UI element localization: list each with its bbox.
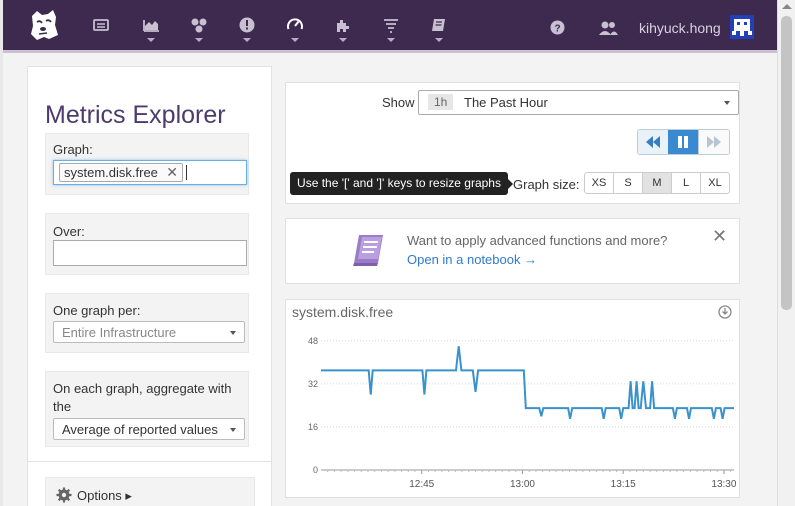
dashboard-icon[interactable]	[92, 16, 110, 34]
y-tick-label: 32	[308, 379, 318, 389]
over-panel: Over:	[45, 213, 249, 275]
page-title: Metrics Explorer	[45, 101, 226, 129]
graph-card: system.disk.free 0 16 32 48 12:45 13:00 13:15 1…	[285, 299, 740, 498]
timeframe-badge: 1h	[428, 94, 454, 110]
sidebar-divider	[28, 461, 271, 462]
size-xl-button[interactable]: XL	[701, 173, 729, 193]
size-m-button[interactable]: M	[643, 173, 672, 193]
top-nav: ? kihyuck.hong	[3, 0, 777, 53]
graph-per-panel: One graph per: Entire Infrastructure	[45, 293, 249, 353]
rewind-icon	[646, 136, 660, 148]
timeseries-chart[interactable]: 0 16 32 48 12:45 13:00 13:15 13:30	[286, 324, 740, 496]
size-xs-button[interactable]: XS	[585, 173, 614, 193]
metrics-icon[interactable]	[142, 16, 160, 34]
graph-per-select[interactable]: Entire Infrastructure	[53, 321, 245, 343]
logs-icon[interactable]	[382, 16, 400, 34]
apm-caret-icon[interactable]	[291, 38, 299, 42]
over-label: Over:	[53, 224, 85, 239]
resize-tooltip: Use the '[' and ']' keys to resize graph…	[290, 172, 513, 195]
aggregate-value: Average of reported values	[62, 422, 218, 437]
apm-icon[interactable]	[286, 16, 304, 34]
monitors-icon[interactable]	[238, 16, 256, 34]
infrastructure-caret-icon[interactable]	[195, 38, 203, 42]
datadog-logo[interactable]	[25, 8, 61, 44]
metric-tag[interactable]: system.disk.free ✕	[59, 163, 183, 182]
series-line	[321, 346, 734, 419]
close-icon[interactable]: ✕	[712, 226, 727, 247]
scroll-thumb[interactable]	[781, 16, 792, 310]
x-tick-label: 13:15	[611, 479, 636, 490]
logs-caret-icon[interactable]	[387, 38, 395, 42]
playback-controls	[637, 129, 730, 155]
graph-per-value: Entire Infrastructure	[62, 325, 177, 340]
dropdown-arrow-icon	[230, 331, 236, 335]
svg-text:?: ?	[554, 24, 560, 35]
fast-forward-icon	[707, 136, 721, 148]
text-cursor	[186, 165, 187, 180]
y-tick-label: 48	[308, 336, 318, 346]
size-l-button[interactable]: L	[672, 173, 701, 193]
aggregate-panel: On each graph, aggregate with the Averag…	[45, 371, 249, 447]
integrations-caret-icon[interactable]	[339, 38, 347, 42]
x-tick-label: 13:30	[711, 479, 736, 490]
dropdown-arrow-icon	[724, 101, 730, 105]
infrastructure-icon[interactable]	[190, 16, 208, 34]
graph-size-label: Graph size:	[513, 177, 580, 192]
download-icon[interactable]	[718, 305, 732, 319]
notebook-promo-text: Want to apply advanced functions and mor…	[407, 233, 668, 248]
timeframe-value: The Past Hour	[464, 95, 548, 110]
username[interactable]: kihyuck.hong	[639, 20, 721, 36]
notebook-icon	[353, 235, 383, 266]
pause-icon	[678, 136, 688, 148]
dropdown-arrow-icon	[230, 428, 236, 432]
graph-metric-input[interactable]: system.disk.free ✕	[53, 160, 247, 185]
page-body: Metrics Explorer Graph: system.disk.free…	[3, 53, 777, 506]
show-label: Show	[382, 95, 415, 110]
aggregate-select[interactable]: Average of reported values	[53, 418, 245, 440]
fast-forward-button[interactable]	[699, 130, 729, 154]
metrics-caret-icon[interactable]	[147, 38, 155, 42]
options-label: Options ▸	[77, 488, 132, 503]
timeframe-select[interactable]: 1h The Past Hour	[418, 90, 739, 115]
graph-title: system.disk.free	[292, 304, 394, 320]
notebook-promo: Want to apply advanced functions and mor…	[285, 218, 740, 284]
graph-panel: Graph: system.disk.free ✕	[45, 133, 249, 195]
notebooks-caret-icon[interactable]	[435, 38, 443, 42]
options-toggle[interactable]: Options ▸	[45, 477, 255, 506]
x-tick-label: 13:00	[510, 479, 535, 490]
open-notebook-link[interactable]: Open in a notebook →	[407, 252, 537, 267]
over-input[interactable]	[53, 240, 247, 266]
gear-icon	[56, 487, 72, 503]
scroll-up-icon[interactable]	[782, 4, 792, 9]
remove-tag-icon[interactable]: ✕	[166, 164, 178, 181]
integrations-icon[interactable]	[334, 16, 352, 34]
x-tick-label: 12:45	[409, 479, 434, 490]
rewind-button[interactable]	[638, 130, 669, 154]
size-s-button[interactable]: S	[614, 173, 643, 193]
monitors-caret-icon[interactable]	[243, 38, 251, 42]
graph-size-group: XS S M L XL	[584, 172, 730, 194]
y-tick-label: 0	[313, 465, 318, 475]
avatar[interactable]	[730, 15, 754, 39]
metric-tag-label: system.disk.free	[64, 165, 158, 180]
graph-per-label: One graph per:	[53, 303, 141, 318]
team-icon[interactable]	[598, 20, 618, 36]
y-tick-label: 16	[308, 422, 318, 432]
aggregate-label: On each graph, aggregate with the	[53, 381, 232, 414]
query-sidebar: Metrics Explorer Graph: system.disk.free…	[27, 66, 272, 506]
pause-button[interactable]	[668, 130, 699, 154]
metrics-explorer-window: ? kihyuck.hong Metrics Explorer Graph: s…	[0, 0, 795, 506]
graph-label: Graph:	[53, 142, 93, 157]
notebooks-icon[interactable]	[430, 16, 448, 34]
graph-controls-card: Show 1h The Past Hour Use the '[' and ']…	[285, 82, 740, 204]
scrollbar[interactable]	[777, 0, 795, 506]
help-icon[interactable]: ?	[550, 20, 565, 35]
